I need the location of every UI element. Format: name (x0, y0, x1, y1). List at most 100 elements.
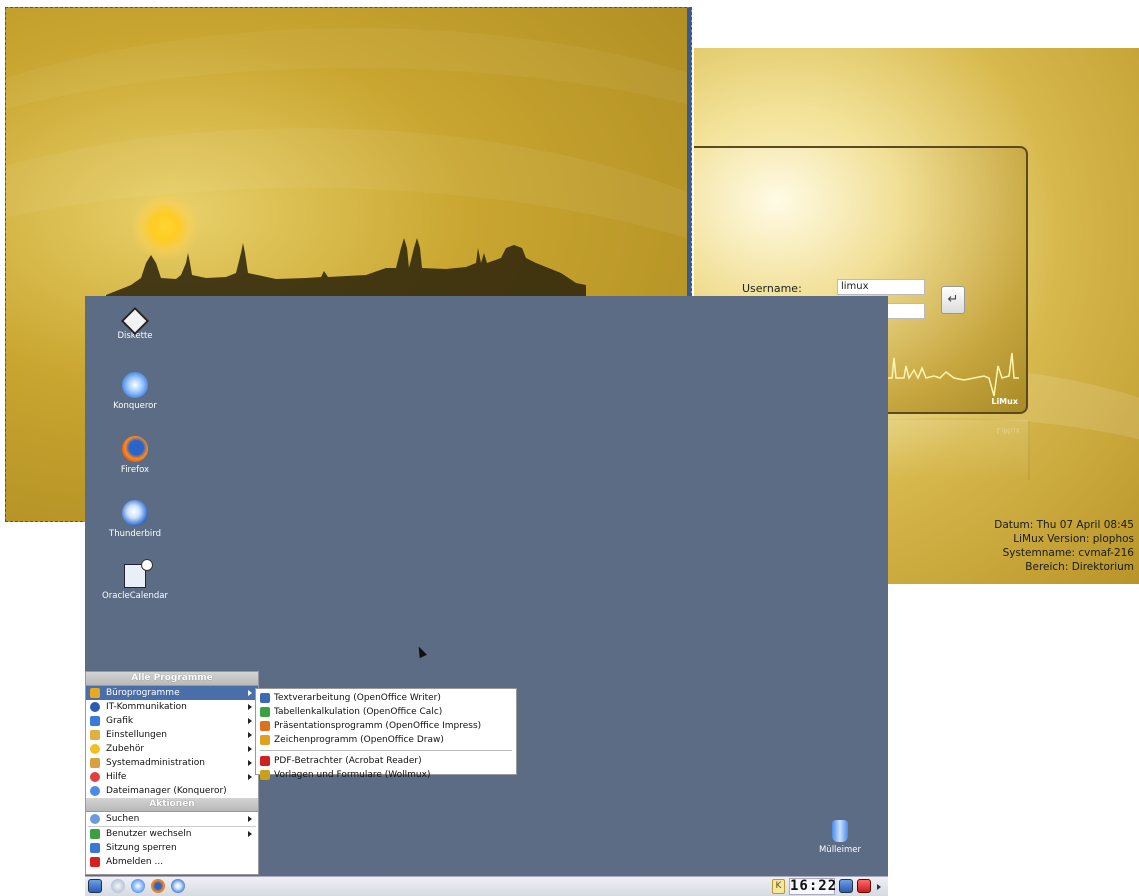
lock-icon (90, 843, 100, 853)
menu-item-label: Zeichenprogramm (OpenOffice Draw) (274, 735, 444, 745)
draw-icon (260, 735, 270, 745)
submenu-item-impress[interactable]: Präsentationsprogramm (OpenOffice Impres… (256, 719, 516, 733)
menu-item-label: Sitzung sperren (106, 843, 177, 853)
menu-item-grafik[interactable]: Grafik (86, 714, 258, 728)
submenu-arrow-icon (248, 816, 252, 822)
konqueror-icon (122, 372, 148, 398)
submenu-arrow-icon (248, 760, 252, 766)
writer-icon (260, 693, 270, 703)
firefox-icon (122, 436, 148, 462)
logout-icon[interactable] (857, 879, 871, 893)
search-icon (90, 814, 100, 824)
submenu-arrow-icon (248, 774, 252, 780)
kde-desktop: Diskette Konqueror Firefox Thunderbird O… (85, 296, 888, 896)
menu-item-label: Abmelden ... (106, 857, 164, 867)
calendar-icon (124, 559, 153, 588)
sysinfo-version: LiMux Version: plophos (1013, 533, 1134, 545)
settings-icon (90, 730, 100, 740)
menu-separator (260, 750, 512, 751)
office-icon (90, 688, 100, 698)
sysinfo-area: Bereich: Direktorium (1025, 561, 1134, 573)
menu-header-programs: Alle Programme (86, 672, 258, 686)
menu-item-sitzung-sperren[interactable]: Sitzung sperren (86, 841, 258, 855)
logout-icon (90, 857, 100, 867)
thunderbird-icon[interactable] (171, 879, 185, 893)
impress-icon (260, 721, 270, 731)
thunderbird-icon (122, 500, 148, 526)
menu-item-label: Tabellenkalkulation (OpenOffice Calc) (274, 707, 443, 717)
submenu-item-wollmux[interactable]: Vorlagen und Formulare (Wollmux) (256, 768, 516, 782)
menu-item-abmelden[interactable]: Abmelden ... (86, 855, 258, 869)
menu-item-label: Suchen (106, 814, 140, 824)
accessories-icon (90, 744, 100, 754)
menu-item-label: Zubehör (106, 744, 145, 754)
desktop-icon-thunderbird[interactable]: Thunderbird (100, 500, 170, 539)
submenu-bueroprogramme: Textverarbeitung (OpenOffice Writer) Tab… (255, 688, 517, 780)
menu-item-dateimanager[interactable]: Dateimanager (Konqueror) (86, 784, 258, 798)
chevron-right-icon[interactable] (877, 884, 881, 890)
desktop-icon-label: Firefox (120, 465, 150, 475)
klipper-icon[interactable]: K (772, 879, 785, 894)
munich-skyline (106, 238, 586, 298)
limux-logo-reflection: LiMux (996, 426, 1020, 435)
login-button[interactable]: ↵ (941, 286, 965, 314)
submenu-item-draw[interactable]: Zeichenprogramm (OpenOffice Draw) (256, 733, 516, 747)
limux-logo: LiMux (991, 397, 1018, 406)
help-icon (90, 772, 100, 782)
submenu-item-calc[interactable]: Tabellenkalkulation (OpenOffice Calc) (256, 705, 516, 719)
desktop-icon-trash[interactable]: Mülleimer (805, 820, 875, 855)
wollmux-icon (260, 770, 270, 780)
menu-item-suchen[interactable]: Suchen (86, 812, 258, 826)
menu-item-label: Textverarbeitung (OpenOffice Writer) (274, 693, 441, 703)
username-input[interactable]: limux (837, 279, 925, 295)
desktop-icon-label: Mülleimer (818, 845, 862, 855)
lock-icon[interactable] (839, 879, 853, 893)
desktop-icon-diskette[interactable]: Diskette (100, 306, 170, 341)
menu-item-it-kommunikation[interactable]: IT-Kommunikation (86, 700, 258, 714)
submenu-arrow-icon (248, 746, 252, 752)
submenu-item-writer[interactable]: Textverarbeitung (OpenOffice Writer) (256, 691, 516, 705)
submenu-arrow-icon (248, 831, 252, 837)
menu-item-label: Grafik (106, 716, 134, 726)
trash-icon (832, 820, 848, 842)
menu-item-label: Vorlagen und Formulare (Wollmux) (274, 770, 431, 780)
submenu-arrow-icon (248, 704, 252, 710)
konqueror-icon[interactable] (131, 879, 145, 893)
desktop-icon-oraclecalendar[interactable]: OracleCalendar (100, 559, 170, 601)
menu-item-einstellungen[interactable]: Einstellungen (86, 728, 258, 742)
clock[interactable]: 16:22 (789, 878, 836, 895)
network-icon (90, 702, 100, 712)
sysinfo-systemname: Systemname: cvmaf-216 (1002, 547, 1134, 559)
menu-item-label: Büroprogramme (106, 688, 180, 698)
username-label: Username: (742, 282, 802, 295)
menu-item-label: Einstellungen (106, 730, 168, 740)
start-menu: Alle Programme Büroprogramme IT-Kommunik… (85, 671, 259, 875)
submenu-arrow-icon (248, 718, 252, 724)
submenu-arrow-icon (248, 690, 252, 696)
desktop-icon-firefox[interactable]: Firefox (100, 436, 170, 475)
submenu-item-pdf[interactable]: PDF-Betrachter (Acrobat Reader) (256, 754, 516, 768)
menu-item-systemadministration[interactable]: Systemadministration (86, 756, 258, 770)
taskbar: K 16:22 (85, 876, 888, 896)
menu-item-hilfe[interactable]: Hilfe (86, 770, 258, 784)
pulse-line-graphic (884, 352, 1019, 397)
menu-item-label: Benutzer wechseln (106, 829, 192, 839)
menu-item-benutzer-wechseln[interactable]: Benutzer wechseln (86, 827, 258, 841)
desktop-icon-label: Konqueror (113, 401, 157, 411)
desktop-icon-konqueror[interactable]: Konqueror (100, 372, 170, 411)
menu-item-label: PDF-Betrachter (Acrobat Reader) (274, 756, 422, 766)
menu-item-label: IT-Kommunikation (106, 702, 187, 712)
menu-item-label: Hilfe (106, 772, 127, 782)
menu-item-zubehoer[interactable]: Zubehör (86, 742, 258, 756)
graphics-icon (90, 716, 100, 726)
switch-user-icon (90, 829, 100, 839)
system-icon (90, 758, 100, 768)
submenu-arrow-icon (248, 732, 252, 738)
kmenu-button[interactable] (88, 879, 102, 893)
launcher-icon[interactable] (111, 879, 125, 893)
menu-item-bueroprogramme[interactable]: Büroprogramme (86, 686, 258, 700)
firefox-icon[interactable] (151, 879, 165, 893)
konqueror-icon (90, 786, 100, 796)
menu-item-label: Dateimanager (Konqueror) (106, 786, 227, 796)
pdf-icon (260, 756, 270, 766)
